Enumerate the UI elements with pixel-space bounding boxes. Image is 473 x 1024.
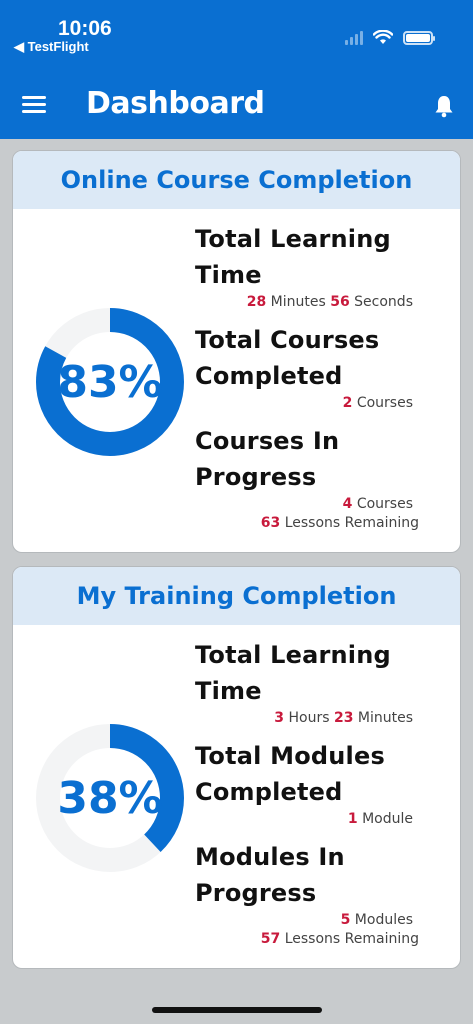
cellular-signal-icon <box>345 30 363 45</box>
stat-unit: Hours <box>284 710 334 726</box>
stat-unit: Lessons Remaining <box>280 515 419 531</box>
stat-unit: Minutes <box>266 294 331 310</box>
wifi-icon <box>373 30 393 44</box>
stat-title: Total Learning <box>195 641 391 669</box>
status-icons <box>345 30 435 45</box>
stats-list: Total Learning Time 28 Minutes 56 Second… <box>195 221 457 533</box>
stat-title: Total Courses <box>195 326 380 354</box>
stat-unit: Modules <box>350 912 413 928</box>
back-to-testflight-link[interactable]: ◀ TestFlight <box>14 39 89 55</box>
stat-value: 4 Courses <box>195 495 457 514</box>
stat-title: Time <box>195 261 262 289</box>
app-header: 10:06 ◀ TestFlight Dashboard <box>0 0 473 139</box>
stat-unit: Module <box>357 811 413 827</box>
stat-title: Completed <box>195 778 343 806</box>
stat-total-learning-time: Total Learning Time 3 Hours 23 Minutes <box>195 637 457 728</box>
stat-unit: Minutes <box>353 710 413 726</box>
notifications-bell-icon[interactable] <box>433 94 455 118</box>
stat-modules-in-progress: Modules In Progress 5 Modules 57 Lessons… <box>195 839 457 949</box>
online-course-completion-card: Online Course Completion 83% Total Learn… <box>12 150 461 553</box>
stat-total-courses-completed: Total Courses Completed 2 Courses <box>195 322 457 413</box>
menu-hamburger-icon[interactable] <box>22 96 46 114</box>
my-training-completion-card: My Training Completion 38% Total Learnin… <box>12 566 461 969</box>
stat-title: Time <box>195 677 262 705</box>
stat-number: 3 <box>274 710 285 726</box>
stat-unit: Seconds <box>349 294 413 310</box>
stat-title: Completed <box>195 362 343 390</box>
stat-value: 2 Courses <box>195 394 457 413</box>
stat-title: Progress <box>195 879 317 907</box>
stat-title: Total Learning <box>195 225 391 253</box>
stat-number: 2 <box>342 395 353 411</box>
stats-list: Total Learning Time 3 Hours 23 Minutes T… <box>195 637 457 949</box>
stat-title: Courses In <box>195 427 340 455</box>
stat-title: Total Modules <box>195 742 385 770</box>
stat-number: 1 <box>347 811 358 827</box>
stat-title: Modules In <box>195 843 345 871</box>
stat-total-modules-completed: Total Modules Completed 1 Module <box>195 738 457 829</box>
stat-number: 56 <box>330 294 350 310</box>
stat-unit: Courses <box>352 395 413 411</box>
completion-ring: 83% <box>35 307 185 457</box>
card-title: Online Course Completion <box>13 151 460 209</box>
completion-percent: 38% <box>57 772 163 824</box>
stat-value: 57 Lessons Remaining <box>195 930 457 949</box>
page-title: Dashboard <box>86 86 265 121</box>
stat-number: 4 <box>342 496 353 512</box>
status-time: 10:06 <box>58 17 112 40</box>
stat-number: 57 <box>260 931 281 947</box>
stat-value: 5 Modules <box>195 911 457 930</box>
stat-courses-in-progress: Courses In Progress 4 Courses 63 Lessons… <box>195 423 457 533</box>
stat-value: 3 Hours 23 Minutes <box>195 709 457 728</box>
home-indicator[interactable] <box>152 1007 322 1013</box>
stat-number: 63 <box>260 515 281 531</box>
stat-unit: Courses <box>352 496 413 512</box>
stat-value: 28 Minutes 56 Seconds <box>195 293 457 312</box>
stat-number: 28 <box>246 294 267 310</box>
stat-number: 23 <box>333 710 354 726</box>
stat-unit: Lessons Remaining <box>280 931 419 947</box>
card-title: My Training Completion <box>13 567 460 625</box>
stat-total-learning-time: Total Learning Time 28 Minutes 56 Second… <box>195 221 457 312</box>
stat-value: 63 Lessons Remaining <box>195 514 457 533</box>
completion-ring: 38% <box>35 723 185 873</box>
stat-number: 5 <box>340 912 351 928</box>
stat-value: 1 Module <box>195 810 457 829</box>
stat-title: Progress <box>195 463 317 491</box>
battery-icon <box>403 30 435 45</box>
completion-percent: 83% <box>57 356 163 408</box>
